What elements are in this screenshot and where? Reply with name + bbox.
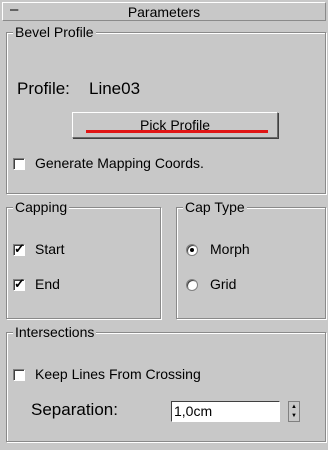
intersections-legend: Intersections <box>13 323 97 341</box>
profile-label: Profile: <box>17 79 70 98</box>
rollout-title: Parameters <box>127 4 201 20</box>
check-icon: ✓ <box>14 241 25 256</box>
keep-lines-label[interactable]: Keep Lines From Crossing <box>35 366 201 382</box>
keep-lines-checkbox[interactable] <box>13 369 25 381</box>
bevel-profile-legend: Bevel Profile <box>13 23 96 41</box>
separation-input[interactable]: 1,0cm <box>171 401 280 422</box>
grid-label[interactable]: Grid <box>210 276 236 292</box>
cap-type-group: Cap Type <box>176 198 326 319</box>
spinner-up-icon[interactable]: ▲ <box>291 404 297 410</box>
profile-value: Line03 <box>89 79 141 98</box>
generate-mapping-label[interactable]: Generate Mapping Coords. <box>35 155 204 171</box>
separation-spinner-icon[interactable]: ▲ ▼ <box>288 401 300 422</box>
spinner-down-icon[interactable]: ▼ <box>291 413 297 419</box>
end-label[interactable]: End <box>35 276 60 292</box>
pick-profile-underline <box>86 130 268 133</box>
intersections-group: Intersections <box>6 323 326 442</box>
morph-radio[interactable] <box>186 244 198 256</box>
grid-radio[interactable] <box>186 279 198 291</box>
radio-dot-icon <box>190 248 194 252</box>
cap-type-legend: Cap Type <box>183 198 247 216</box>
capping-legend: Capping <box>13 198 70 216</box>
morph-label[interactable]: Morph <box>210 241 250 257</box>
capping-group: Capping <box>6 198 161 319</box>
pick-profile-button[interactable]: Pick Profile <box>72 112 278 138</box>
start-label[interactable]: Start <box>35 241 65 257</box>
rollout-header[interactable]: – Parameters <box>2 1 326 21</box>
check-icon: ✓ <box>14 276 25 291</box>
end-checkbox[interactable]: ✓ <box>13 276 25 291</box>
separation-label: Separation: <box>31 400 118 419</box>
separation-value: 1,0cm <box>174 403 213 419</box>
generate-mapping-checkbox[interactable] <box>13 158 25 170</box>
start-checkbox[interactable]: ✓ <box>13 241 25 256</box>
